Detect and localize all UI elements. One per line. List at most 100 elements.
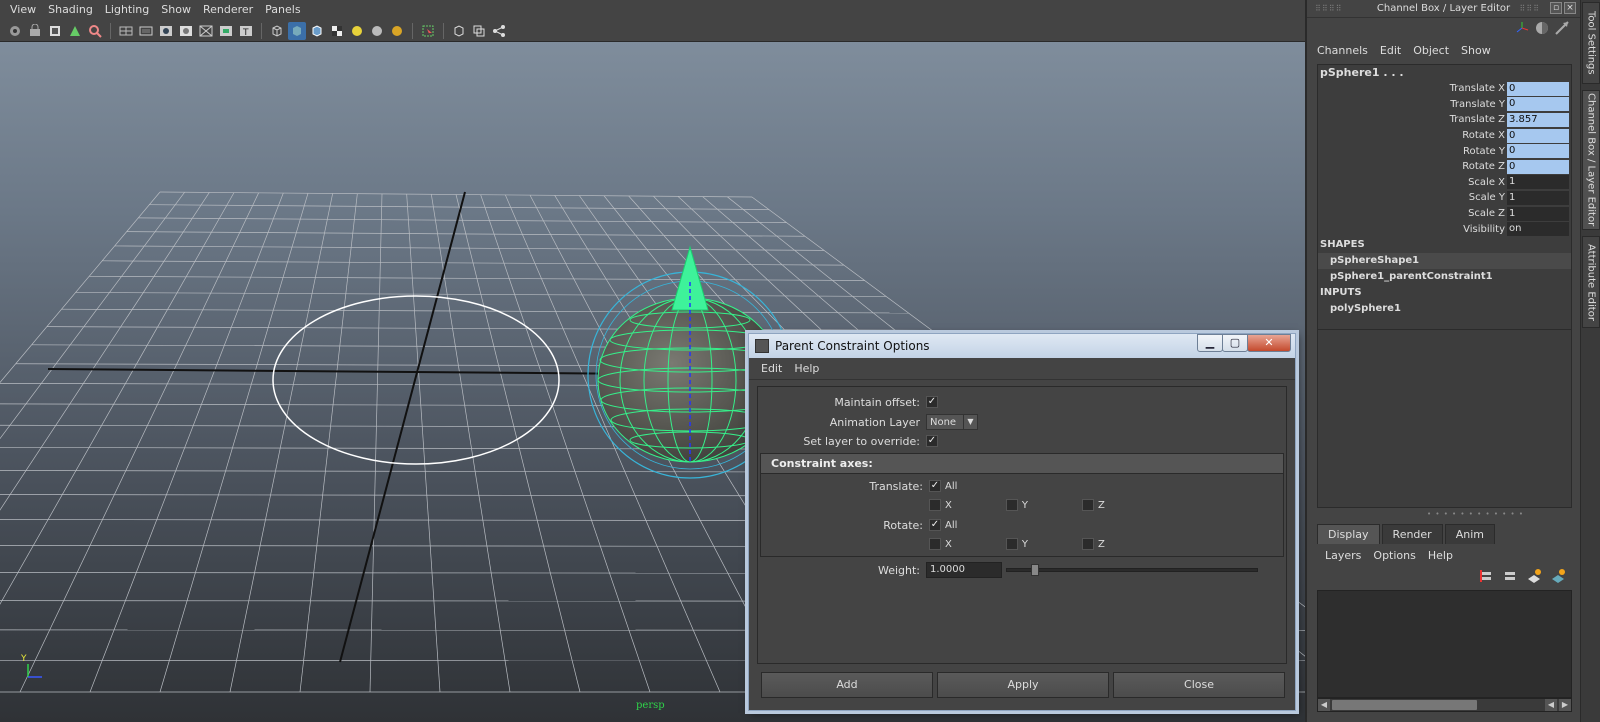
weight-slider-thumb[interactable] (1031, 564, 1040, 576)
new-layer-selected-icon[interactable] (1550, 568, 1566, 587)
attr-value-field[interactable]: 0 (1507, 144, 1569, 159)
lock-camera-icon[interactable] (26, 22, 44, 40)
menu-lighting[interactable]: Lighting (99, 0, 155, 20)
menu-view[interactable]: View (4, 0, 42, 20)
tab-display[interactable]: Display (1317, 524, 1380, 544)
film-gate-icon[interactable] (137, 22, 155, 40)
attr-value-field[interactable]: 0 (1507, 128, 1569, 143)
menu-options[interactable]: Options (1367, 549, 1421, 562)
weight-field[interactable]: 1.0000 (926, 562, 1002, 578)
constraint-axes-header[interactable]: Constraint axes: (761, 454, 1283, 474)
field-chart-icon[interactable] (197, 22, 215, 40)
menu-edit[interactable]: Edit (755, 362, 788, 375)
weight-slider[interactable] (1006, 564, 1258, 576)
close-icon[interactable]: ✕ (1247, 334, 1291, 352)
menu-shading[interactable]: Shading (42, 0, 99, 20)
menu-help[interactable]: Help (1422, 549, 1459, 562)
tab-render[interactable]: Render (1381, 524, 1443, 544)
translate-all-checkbox[interactable]: ✓ (929, 480, 941, 492)
2d-pan-zoom-icon[interactable] (86, 22, 104, 40)
wireframe-on-shaded-icon[interactable] (308, 22, 326, 40)
attr-value-field[interactable]: 3.857 (1507, 112, 1569, 127)
set-layer-override-checkbox[interactable]: ✓ (926, 435, 938, 447)
add-button[interactable]: Add (761, 672, 933, 698)
bookmark-icon[interactable] (46, 22, 64, 40)
speed-icon[interactable] (1534, 20, 1550, 39)
layer-list[interactable] (1317, 590, 1572, 698)
menu-help[interactable]: Help (788, 362, 825, 375)
smooth-shade-icon[interactable] (288, 21, 306, 40)
new-layer-icon[interactable] (1526, 568, 1542, 587)
shape-node[interactable]: pSphere1_parentConstraint1 (1318, 269, 1571, 285)
attr-value-field[interactable]: 1 (1507, 206, 1569, 221)
menu-show[interactable]: Show (155, 0, 197, 20)
dialog-titlebar[interactable]: Parent Constraint Options ▁ ▢ ✕ (749, 334, 1295, 358)
attr-label[interactable]: Rotate Y (1463, 146, 1507, 157)
attr-label[interactable]: Visibility (1463, 224, 1507, 235)
xray-joints-icon[interactable] (470, 22, 488, 40)
minimize-icon[interactable]: ▁ (1197, 334, 1223, 352)
menu-show[interactable]: Show (1455, 44, 1497, 57)
scroll-right-icon[interactable]: ▶ (1559, 699, 1571, 711)
scroll-left-icon[interactable]: ◀ (1545, 699, 1557, 711)
default-lighting-icon[interactable] (348, 22, 366, 40)
animation-layer-dropdown[interactable]: None ▼ (926, 414, 978, 430)
drag-handle-icon[interactable]: ⠿⠿⠿ (1519, 4, 1540, 13)
attr-label[interactable]: Scale X (1468, 177, 1507, 188)
apply-button[interactable]: Apply (937, 672, 1109, 698)
tab-anim[interactable]: Anim (1444, 524, 1495, 544)
attr-label[interactable]: Scale Z (1468, 208, 1507, 219)
wireframe-icon[interactable] (268, 22, 286, 40)
close-panel-icon[interactable]: × (1564, 2, 1576, 14)
float-panel-icon[interactable]: ▫ (1550, 2, 1562, 14)
move-layer-down-icon[interactable] (1502, 568, 1518, 587)
attr-value-field[interactable]: 0 (1507, 81, 1569, 96)
move-layer-up-icon[interactable] (1478, 568, 1494, 587)
menu-layers[interactable]: Layers (1319, 549, 1367, 562)
attr-label[interactable]: Rotate X (1462, 130, 1507, 141)
attr-value-field[interactable]: 0 (1507, 159, 1569, 174)
safe-action-icon[interactable] (217, 22, 235, 40)
close-button[interactable]: Close (1113, 672, 1285, 698)
share-graph-icon[interactable] (490, 22, 508, 40)
attr-label[interactable]: Rotate Z (1462, 161, 1507, 172)
isolate-select-icon[interactable] (419, 22, 437, 40)
attr-value-field[interactable]: 0 (1507, 97, 1569, 112)
attr-label[interactable]: Translate Z (1450, 114, 1507, 125)
grid-icon[interactable] (117, 22, 135, 40)
menu-edit[interactable]: Edit (1374, 44, 1407, 57)
rotate-z-checkbox[interactable] (1081, 538, 1094, 550)
shadows-icon[interactable] (388, 22, 406, 40)
tab-attribute-editor[interactable]: Attribute Editor (1582, 236, 1600, 328)
attr-label[interactable]: Translate Y (1450, 99, 1507, 110)
resolution-gate-icon[interactable] (157, 22, 175, 40)
manipulator-icon[interactable] (1514, 20, 1530, 39)
textured-icon[interactable] (328, 22, 346, 40)
attr-value-field[interactable]: on (1507, 222, 1569, 237)
translate-z-checkbox[interactable] (1081, 499, 1094, 511)
tab-channel-box-layer-editor[interactable]: Channel Box / Layer Editor (1582, 90, 1600, 230)
maximize-icon[interactable]: ▢ (1222, 334, 1248, 352)
translate-x-checkbox[interactable] (929, 499, 941, 511)
safe-title-icon[interactable]: T (237, 22, 255, 40)
drag-handle-icon[interactable]: ⠿⠿⠿⠿ (1315, 4, 1342, 13)
attr-label[interactable]: Translate X (1450, 83, 1507, 94)
rotate-x-checkbox[interactable] (929, 538, 941, 550)
gate-mask-icon[interactable] (177, 22, 195, 40)
scrollbar-thumb[interactable] (1332, 700, 1477, 710)
attr-label[interactable]: Scale Y (1469, 192, 1507, 203)
select-camera-icon[interactable] (6, 22, 24, 40)
rotate-y-checkbox[interactable] (1005, 538, 1018, 550)
translate-y-checkbox[interactable] (1005, 499, 1018, 511)
all-lights-icon[interactable] (368, 22, 386, 40)
menu-channels[interactable]: Channels (1311, 44, 1374, 57)
maintain-offset-checkbox[interactable]: ✓ (926, 396, 938, 408)
pane-splitter-handle[interactable]: • • • • • • • • • • • • (1427, 510, 1524, 518)
image-plane-icon[interactable] (66, 22, 84, 40)
menu-panels[interactable]: Panels (259, 0, 306, 20)
object-name[interactable]: pSphere1 . . . (1318, 65, 1571, 81)
layer-list-scrollbar[interactable]: ◀ ◀ ▶ (1317, 698, 1572, 712)
menu-object[interactable]: Object (1407, 44, 1455, 57)
menu-renderer[interactable]: Renderer (197, 0, 259, 20)
shape-node[interactable]: pSphereShape1 (1318, 252, 1571, 269)
